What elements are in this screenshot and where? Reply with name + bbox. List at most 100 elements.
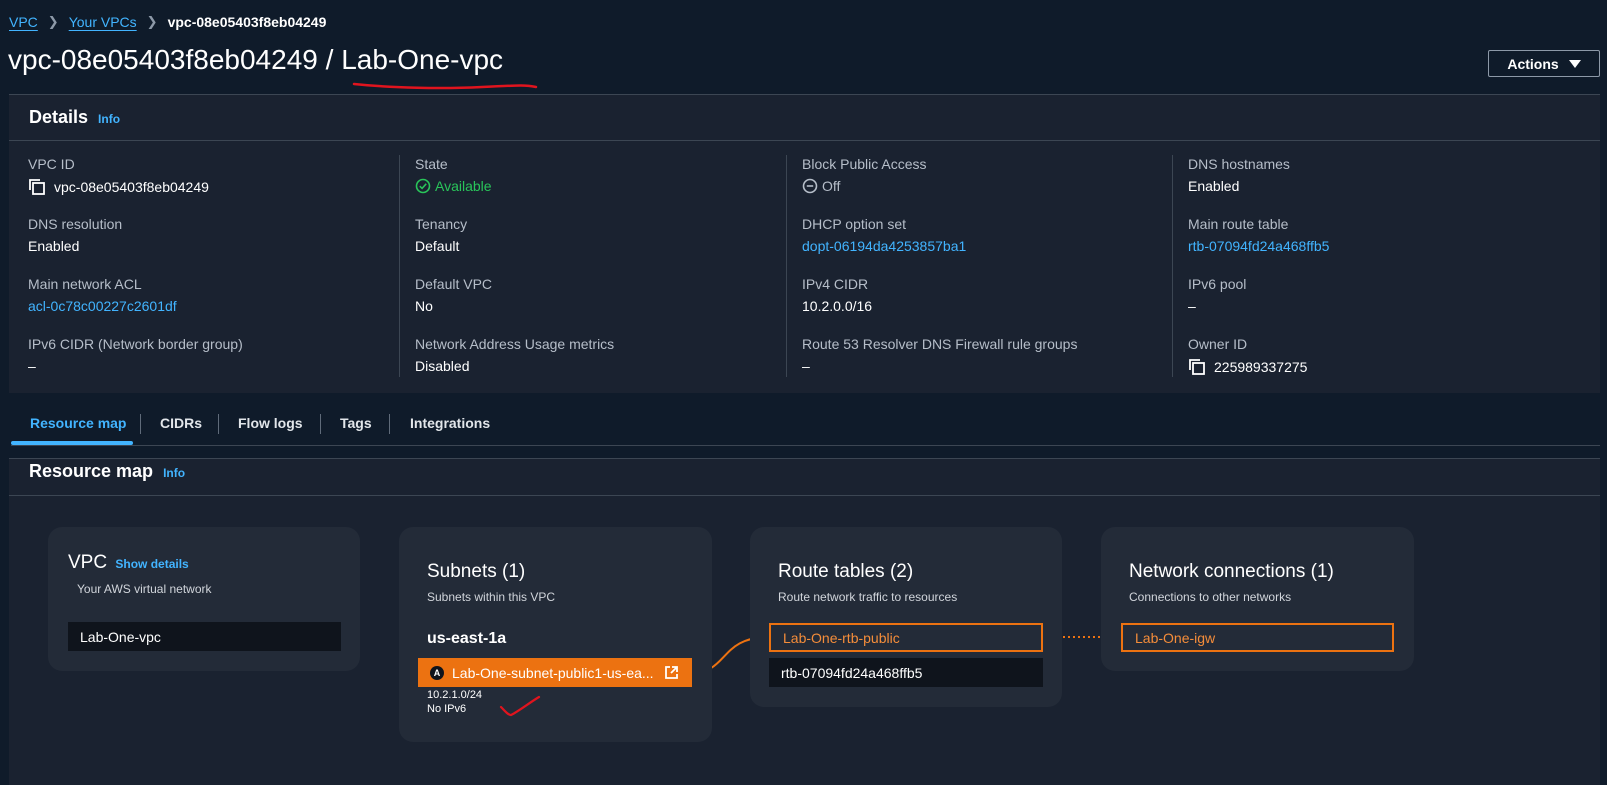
breadcrumb-current: vpc-08e05403f8eb04249 — [167, 14, 327, 30]
external-link-icon[interactable] — [664, 665, 679, 680]
field-label: Default VPC — [415, 276, 493, 292]
caret-down-icon — [1568, 59, 1581, 68]
field-value: 225989337275 — [1188, 358, 1558, 376]
page-title: vpc-08e05403f8eb04249 / Lab-One-vpc — [8, 44, 503, 76]
field-dns-resolution: DNS resolution Enabled — [28, 216, 398, 276]
tab-cidrs[interactable]: CIDRs — [160, 415, 202, 431]
tab-resource-map[interactable]: Resource map — [30, 415, 126, 431]
field-main-network-acl: Main network ACL acl-0c78c00227c2601df — [28, 276, 398, 336]
vpc-card-title: VPC Show details — [68, 552, 189, 574]
field-label: Route 53 Resolver DNS Firewall rule grou… — [802, 336, 1078, 352]
vpc-card-heading: VPC — [68, 552, 108, 573]
field-label: DNS hostnames — [1188, 156, 1290, 172]
subnet-chip[interactable]: A Lab-One-subnet-public1-us-ea... — [418, 658, 692, 687]
field-label: Main network ACL — [28, 276, 142, 292]
details-panel: Details Info VPC ID vpc-08e05403f8eb04249… — [9, 94, 1600, 393]
field-owner-id: Owner ID 225989337275 — [1188, 336, 1558, 396]
field-label: DNS resolution — [28, 216, 123, 232]
field-label: Network Address Usage metrics — [415, 336, 615, 352]
route-tables-card: Route tables (2) Route network traffic t… — [750, 527, 1062, 707]
field-label: DHCP option set — [802, 216, 907, 232]
red-checkmark-annotation — [499, 695, 541, 717]
page-title-separator: / — [325, 44, 334, 75]
actions-dropdown-button[interactable]: Actions — [1488, 50, 1600, 77]
main-route-table-link[interactable]: rtb-07094fd24a468ffb5 — [1188, 238, 1558, 254]
column-divider — [1172, 155, 1173, 377]
details-column-1: VPC ID vpc-08e05403f8eb04249 DNS resolut… — [28, 156, 398, 396]
field-label: Owner ID — [1188, 336, 1248, 352]
field-tenancy: Tenancy Default — [415, 216, 785, 276]
tab-divider — [320, 414, 321, 434]
copy-icon[interactable] — [1188, 358, 1206, 376]
field-value: – — [28, 358, 36, 374]
subnet-name: Lab-One-subnet-public1-us-ea... — [452, 664, 654, 681]
subnets-card-subtitle: Subnets within this VPC — [427, 590, 556, 604]
field-block-public-access: Block Public Access Off — [802, 156, 1172, 216]
main-network-acl-link[interactable]: acl-0c78c00227c2601df — [28, 298, 398, 314]
field-main-route-table: Main route table rtb-07094fd24a468ffb5 — [1188, 216, 1558, 276]
column-divider — [399, 155, 400, 377]
chevron-right-icon: ❯ — [47, 14, 59, 29]
field-route53-firewall: Route 53 Resolver DNS Firewall rule grou… — [802, 336, 1172, 396]
internet-gateway-chip[interactable]: Lab-One-igw — [1121, 623, 1394, 652]
active-tab-indicator — [11, 441, 133, 445]
field-label: VPC ID — [28, 156, 75, 172]
vpc-chip[interactable]: Lab-One-vpc — [68, 622, 341, 651]
field-label: IPv4 CIDR — [802, 276, 869, 292]
owner-id-value: 225989337275 — [1214, 359, 1308, 375]
details-heading: Details — [29, 107, 89, 127]
field-default-vpc: Default VPC No — [415, 276, 785, 336]
field-value: – — [1188, 298, 1196, 314]
details-info-link[interactable]: Info — [98, 112, 120, 126]
vpc-card-subtitle: Your AWS virtual network — [77, 582, 212, 596]
state-value: Available — [435, 178, 492, 194]
network-connections-card-subtitle: Connections to other networks — [1129, 590, 1292, 604]
field-value: Enabled — [28, 238, 80, 254]
availability-zone-label: us-east-1a — [427, 630, 507, 647]
field-vpc-id: VPC ID vpc-08e05403f8eb04249 — [28, 156, 398, 216]
vpc-card: VPC Show details Your AWS virtual networ… — [48, 527, 360, 671]
red-underline-annotation — [352, 82, 538, 90]
field-label: State — [415, 156, 448, 172]
field-value: vpc-08e05403f8eb04249 — [28, 178, 398, 196]
field-ipv6-pool: IPv6 pool – — [1188, 276, 1558, 336]
show-details-link[interactable]: Show details — [115, 557, 188, 571]
network-connections-card: Network connections (1) Connections to o… — [1101, 527, 1414, 671]
route-table-main-chip[interactable]: rtb-07094fd24a468ffb5 — [769, 658, 1043, 687]
field-value: – — [802, 358, 810, 374]
subnet-meta: 10.2.1.0/24 No IPv6 — [427, 688, 482, 716]
details-column-4: DNS hostnames Enabled Main route table r… — [1188, 156, 1558, 396]
field-dhcp-option-set: DHCP option set dopt-06194da4253857ba1 — [802, 216, 1172, 276]
route-tables-card-title: Route tables (2) — [778, 561, 914, 582]
tab-integrations[interactable]: Integrations — [410, 415, 490, 431]
tab-divider — [140, 414, 141, 434]
tab-tags[interactable]: Tags — [340, 415, 372, 431]
tab-flow-logs[interactable]: Flow logs — [238, 415, 303, 431]
copy-icon[interactable] — [28, 178, 46, 196]
vpc-id-value: vpc-08e05403f8eb04249 — [54, 179, 209, 195]
field-value: 10.2.0.0/16 — [802, 298, 873, 314]
field-dns-hostnames: DNS hostnames Enabled — [1188, 156, 1558, 216]
chevron-right-icon: ❯ — [146, 14, 158, 29]
network-connections-card-title: Network connections (1) — [1129, 561, 1334, 582]
resource-map-panel: Resource map Info VPC Show details Your A… — [9, 458, 1600, 785]
field-value: Disabled — [415, 358, 470, 374]
breadcrumb: VPC ❯ Your VPCs ❯ vpc-08e05403f8eb04249 — [9, 14, 326, 30]
field-label: Tenancy — [415, 216, 468, 232]
field-value: Default — [415, 238, 460, 254]
az-badge-icon: A — [430, 665, 444, 680]
breadcrumb-vpc-link[interactable]: VPC — [9, 14, 38, 30]
field-label: IPv6 pool — [1188, 276, 1247, 292]
details-title: Details Info — [29, 107, 120, 128]
tab-divider — [218, 414, 219, 434]
dhcp-option-set-link[interactable]: dopt-06194da4253857ba1 — [802, 238, 1172, 254]
breadcrumb-your-vpcs-link[interactable]: Your VPCs — [69, 14, 137, 30]
field-value: Off — [802, 178, 1172, 194]
field-value: No — [415, 298, 433, 314]
actions-label: Actions — [1507, 55, 1559, 72]
check-circle-icon — [415, 178, 431, 194]
column-divider — [786, 155, 787, 377]
route-table-public-chip[interactable]: Lab-One-rtb-public — [769, 623, 1043, 652]
field-ipv4-cidr: IPv4 CIDR 10.2.0.0/16 — [802, 276, 1172, 336]
subnet-ipv6: No IPv6 — [427, 703, 467, 715]
